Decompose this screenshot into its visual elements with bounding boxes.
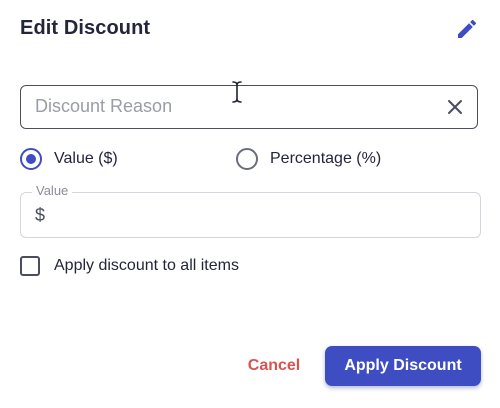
radio-percentage[interactable]: Percentage (%): [236, 148, 381, 170]
radio-selected-icon: [20, 148, 42, 170]
text-cursor-icon: [231, 80, 243, 104]
apply-all-checkbox[interactable]: Apply discount to all items: [20, 256, 239, 276]
value-input[interactable]: [55, 196, 465, 234]
discount-reason-field[interactable]: [20, 85, 478, 129]
close-icon[interactable]: [446, 98, 464, 116]
apply-discount-button[interactable]: Apply Discount: [325, 346, 481, 386]
discount-reason-input[interactable]: [35, 86, 425, 127]
radio-unselected-icon: [236, 148, 258, 170]
radio-percentage-label: Percentage (%): [270, 150, 382, 167]
radio-value-dollars[interactable]: Value ($): [20, 148, 118, 170]
apply-all-label: Apply discount to all items: [54, 257, 239, 274]
checkbox-box[interactable]: [20, 256, 40, 276]
radio-value-label: Value ($): [54, 150, 118, 167]
currency-prefix: $: [35, 205, 46, 225]
pencil-icon[interactable]: [455, 17, 479, 41]
cancel-button[interactable]: Cancel: [240, 352, 308, 380]
dialog-title: Edit Discount: [20, 17, 151, 39]
edit-discount-dialog: Edit Discount Value ($) Percentage (%) V…: [0, 0, 500, 408]
